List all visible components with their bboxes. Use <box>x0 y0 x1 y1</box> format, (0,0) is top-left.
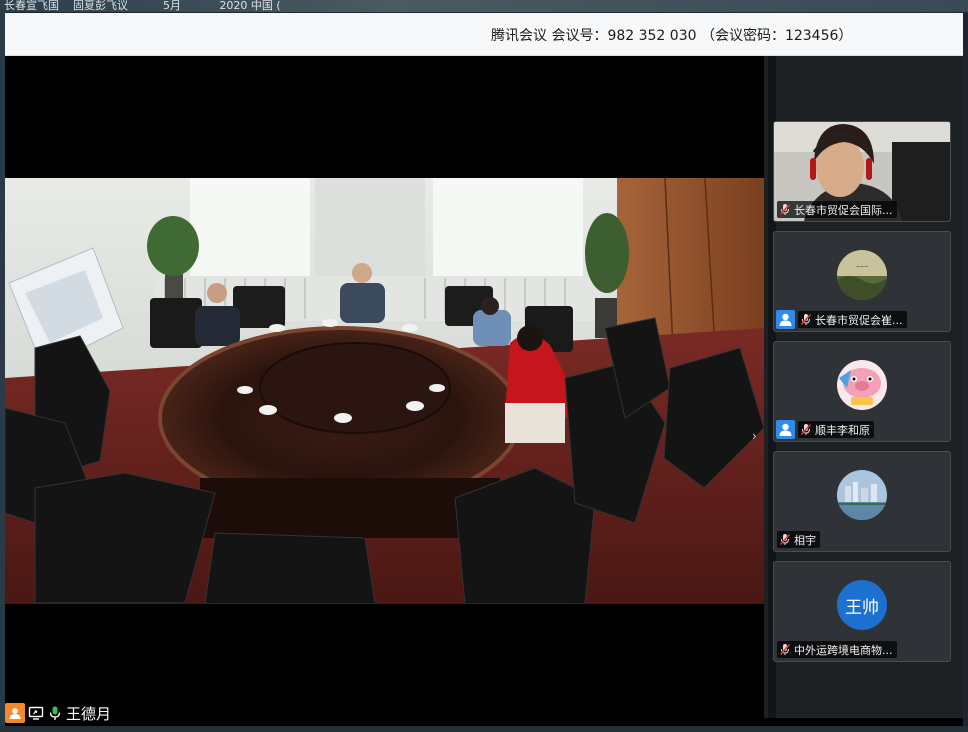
mic-muted-icon <box>779 533 791 546</box>
participant-name: 长春市贸促会崔... <box>815 313 903 327</box>
desktop-bottom-edge <box>0 726 968 732</box>
self-status-bar: 王德月 <box>5 702 111 724</box>
participant-name-bar: 长春市贸促会国际... <box>777 201 897 218</box>
participant-name: 顺丰李和原 <box>815 423 870 437</box>
participant-avatar <box>837 470 887 520</box>
user-icon <box>5 703 25 723</box>
mic-on-icon[interactable] <box>47 705 63 721</box>
participant-tile-3[interactable]: 顺丰李和原 <box>773 341 951 442</box>
meeting-window: 腾讯会议 会议号：982 352 030 （会议密码：123456） › 长春市… <box>5 13 963 726</box>
participant-name-bar: 顺丰李和原 <box>798 421 874 438</box>
screen-share-icon[interactable] <box>28 705 44 721</box>
chevron-right-icon[interactable]: › <box>752 429 757 443</box>
mic-muted-icon <box>800 313 812 326</box>
participant-name: 相宇 <box>794 533 816 547</box>
participant-tile-2[interactable]: ~~~ 长春市贸促会崔... <box>773 231 951 332</box>
meeting-title: 腾讯会议 会议号：982 352 030 （会议密码：123456） <box>491 28 853 44</box>
participant-tile-1[interactable]: 长春市贸促会国际... <box>773 121 951 222</box>
self-name: 王德月 <box>66 704 112 723</box>
desktop-text: 长春宣飞国 固夏彭飞议 5月 2020 中国 ( <box>4 0 281 12</box>
participant-name-bar: 长春市贸促会崔... <box>798 311 907 328</box>
user-icon <box>776 420 795 439</box>
participant-avatar <box>837 360 887 410</box>
svg-text:~~~: ~~~ <box>856 264 869 270</box>
participant-avatar: ~~~ <box>837 250 887 300</box>
conference-room-video <box>5 178 764 604</box>
main-video-area[interactable]: › <box>5 56 764 718</box>
mic-muted-icon <box>800 423 812 436</box>
participant-name: 长春市贸促会国际... <box>794 203 893 217</box>
desktop-background-strip: 长春宣飞国 固夏彭飞议 5月 2020 中国 ( <box>0 0 968 12</box>
participant-name-bar: 相宇 <box>777 531 820 548</box>
user-icon <box>776 310 795 329</box>
participant-avatar: 王帅 <box>837 580 887 630</box>
participant-tile-4[interactable]: 相宇 <box>773 451 951 552</box>
title-bar[interactable]: 腾讯会议 会议号：982 352 030 （会议密码：123456） <box>5 13 963 56</box>
mic-muted-icon <box>779 643 791 656</box>
participant-tile-5[interactable]: 王帅 中外运跨境电商物... <box>773 561 951 662</box>
participant-name: 中外运跨境电商物... <box>794 643 893 657</box>
participant-name-bar: 中外运跨境电商物... <box>777 641 897 658</box>
mic-muted-icon <box>779 203 791 216</box>
